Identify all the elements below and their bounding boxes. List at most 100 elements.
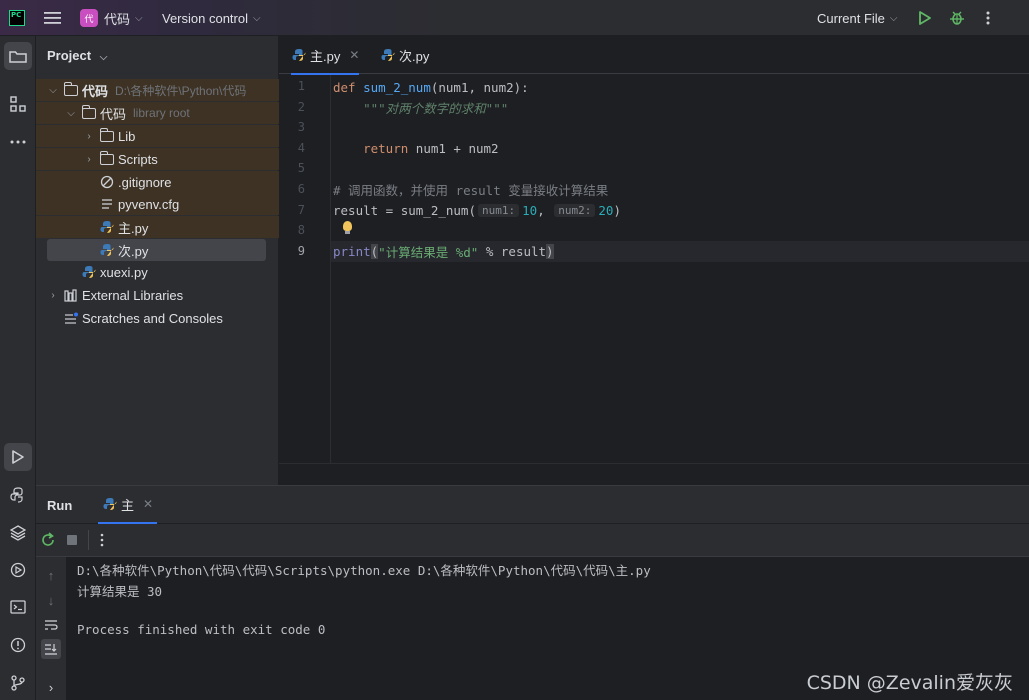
console-line: Process finished with exit code 0 xyxy=(77,622,326,637)
docstring: """对两个数字的求和""" xyxy=(333,100,509,116)
tree-item-scratches[interactable]: Scratches and Consoles xyxy=(36,307,279,329)
tree-item-label: xuexi.py xyxy=(100,264,148,280)
matched-bracket: ) xyxy=(546,243,554,259)
tree-item-xuexi-py[interactable]: xuexi.py xyxy=(36,261,279,283)
string-literal: "计算结果是 %d" xyxy=(378,244,479,260)
tree-item-label: 次.py xyxy=(118,243,149,259)
stop-icon[interactable] xyxy=(67,535,77,545)
git-button[interactable] xyxy=(4,669,32,697)
tree-item-second-py[interactable]: 次.py xyxy=(47,239,266,261)
code-line-7: result = sum_2_num(num1: 10, num2: 20) xyxy=(333,200,621,220)
soft-wrap-icon[interactable] xyxy=(41,615,61,635)
terminal-button[interactable] xyxy=(4,593,32,621)
tree-item-gitignore[interactable]: .gitignore xyxy=(36,171,279,193)
arrow-down-icon[interactable]: ↓ xyxy=(41,590,61,610)
line-number: 8 xyxy=(297,223,305,237)
code-text: % result xyxy=(478,243,547,259)
tab-second-py[interactable]: 次.py xyxy=(380,36,429,74)
title-bar: 代 代码 ⌵ Version control ⌵ Current File ⌵ xyxy=(0,0,1029,36)
code-line-9: print("计算结果是 %d" % result) xyxy=(333,241,554,261)
code-editor[interactable]: def sum_2_num (num1, num2): """对两个数字的求和""… xyxy=(331,75,1029,463)
rerun-button[interactable] xyxy=(40,532,56,551)
line-number: 4 xyxy=(297,141,305,155)
structure-tool-button[interactable] xyxy=(4,90,32,118)
python-file-icon xyxy=(81,265,97,279)
chevron-down-icon: ⌵ xyxy=(99,52,108,63)
project-tool-button[interactable] xyxy=(4,42,32,70)
problems-button[interactable] xyxy=(4,631,32,659)
code-text: (num1, num2): xyxy=(430,79,529,95)
chevron-down-icon: ⌵ xyxy=(67,107,75,119)
builtin-function: print xyxy=(333,243,371,259)
chevron-down-icon: ⌵ xyxy=(253,12,261,24)
arrow-up-icon[interactable]: ↑ xyxy=(41,565,61,585)
project-panel-header[interactable]: Project ⌵ xyxy=(47,48,107,63)
python-icon xyxy=(10,487,23,503)
python-file-icon xyxy=(291,48,307,62)
git-branch-icon xyxy=(11,675,25,691)
version-control-menu[interactable]: Version control ⌵ xyxy=(162,0,261,36)
tree-item-main-py[interactable]: 主.py xyxy=(36,216,279,238)
python-packages-button[interactable] xyxy=(4,519,32,547)
chevron-down-icon: ⌵ xyxy=(889,12,898,24)
tree-item-external-libraries[interactable]: › External Libraries xyxy=(36,284,279,306)
services-button[interactable] xyxy=(4,556,32,584)
tab-main-py[interactable]: 主.py ✕ xyxy=(291,36,360,75)
structure-icon xyxy=(10,96,26,112)
keyword: return xyxy=(333,140,409,156)
run-tab-main[interactable]: 主 ✕ xyxy=(98,486,158,524)
project-panel: Project ⌵ ⌵ 代码 D:\各种软件\Python\代码 ⌵ 代码 li… xyxy=(36,36,279,485)
play-icon xyxy=(12,450,24,464)
tree-item-label: 代码 xyxy=(100,106,127,122)
code-line-4: return num1 + num2 xyxy=(333,138,499,158)
version-control-label: Version control xyxy=(162,10,248,26)
chevron-down-icon: ⌵ xyxy=(135,12,143,24)
code-line-1: def sum_2_num (num1, num2): xyxy=(333,77,529,97)
tree-item-root[interactable]: ⌵ 代码 D:\各种软件\Python\代码 xyxy=(36,79,279,101)
run-tool-button[interactable] xyxy=(4,443,32,471)
code-text: num1 + num2 xyxy=(408,140,499,156)
close-icon[interactable]: ✕ xyxy=(349,48,359,62)
scroll-to-end-icon[interactable] xyxy=(41,639,61,659)
more-tools-button[interactable] xyxy=(4,128,32,156)
chevron-right-icon: › xyxy=(87,130,91,142)
tree-item-lib[interactable]: › Lib xyxy=(36,125,279,147)
line-number: 2 xyxy=(297,100,305,114)
tree-item-scripts[interactable]: › Scripts xyxy=(36,148,279,170)
number-literal: 20 xyxy=(598,202,614,218)
code-text: ) xyxy=(613,202,621,218)
chevron-right-icon[interactable]: › xyxy=(41,677,61,697)
tree-item-pyvenv[interactable]: pyvenv.cfg xyxy=(36,193,279,215)
run-config-label: Current File xyxy=(817,10,885,26)
tree-item-venv[interactable]: ⌵ 代码 library root xyxy=(36,102,279,124)
function-name: sum_2_num xyxy=(363,79,431,95)
lightbulb-icon[interactable] xyxy=(343,221,352,234)
toolbar-divider xyxy=(88,530,89,550)
main-menu-button[interactable] xyxy=(44,0,61,36)
chevron-right-icon: › xyxy=(87,153,91,165)
left-tool-strip xyxy=(0,36,36,700)
tree-item-path: D:\各种软件\Python\代码 xyxy=(115,83,247,98)
parameter-hint: num1: xyxy=(478,203,520,217)
more-actions-button[interactable] xyxy=(985,0,991,36)
line-number: 1 xyxy=(297,79,305,93)
run-button[interactable] xyxy=(918,0,932,36)
services-icon xyxy=(10,562,26,578)
comment: # 调用函数，并使用 result 变量接收计算结果 xyxy=(333,182,609,198)
terminal-icon xyxy=(10,600,26,614)
python-console-button[interactable] xyxy=(4,481,32,509)
python-file-icon xyxy=(99,220,115,234)
tab-label: 次.py xyxy=(399,48,430,64)
editor-status-strip xyxy=(279,463,1029,485)
run-configuration-selector[interactable]: Current File ⌵ xyxy=(817,0,898,36)
line-number-gutter: 1 2 3 4 5 6 7 8 9 xyxy=(279,75,331,463)
keyword: def xyxy=(333,79,356,95)
close-icon[interactable]: ✕ xyxy=(143,497,153,511)
line-number-current: 9 xyxy=(297,244,305,258)
tree-item-label: Scripts xyxy=(118,151,158,167)
debug-button[interactable] xyxy=(949,0,965,36)
debug-bug-icon xyxy=(950,11,964,25)
line-number: 7 xyxy=(297,203,305,217)
project-switcher[interactable]: 代 代码 ⌵ xyxy=(80,0,143,36)
more-options-button[interactable] xyxy=(100,532,104,551)
